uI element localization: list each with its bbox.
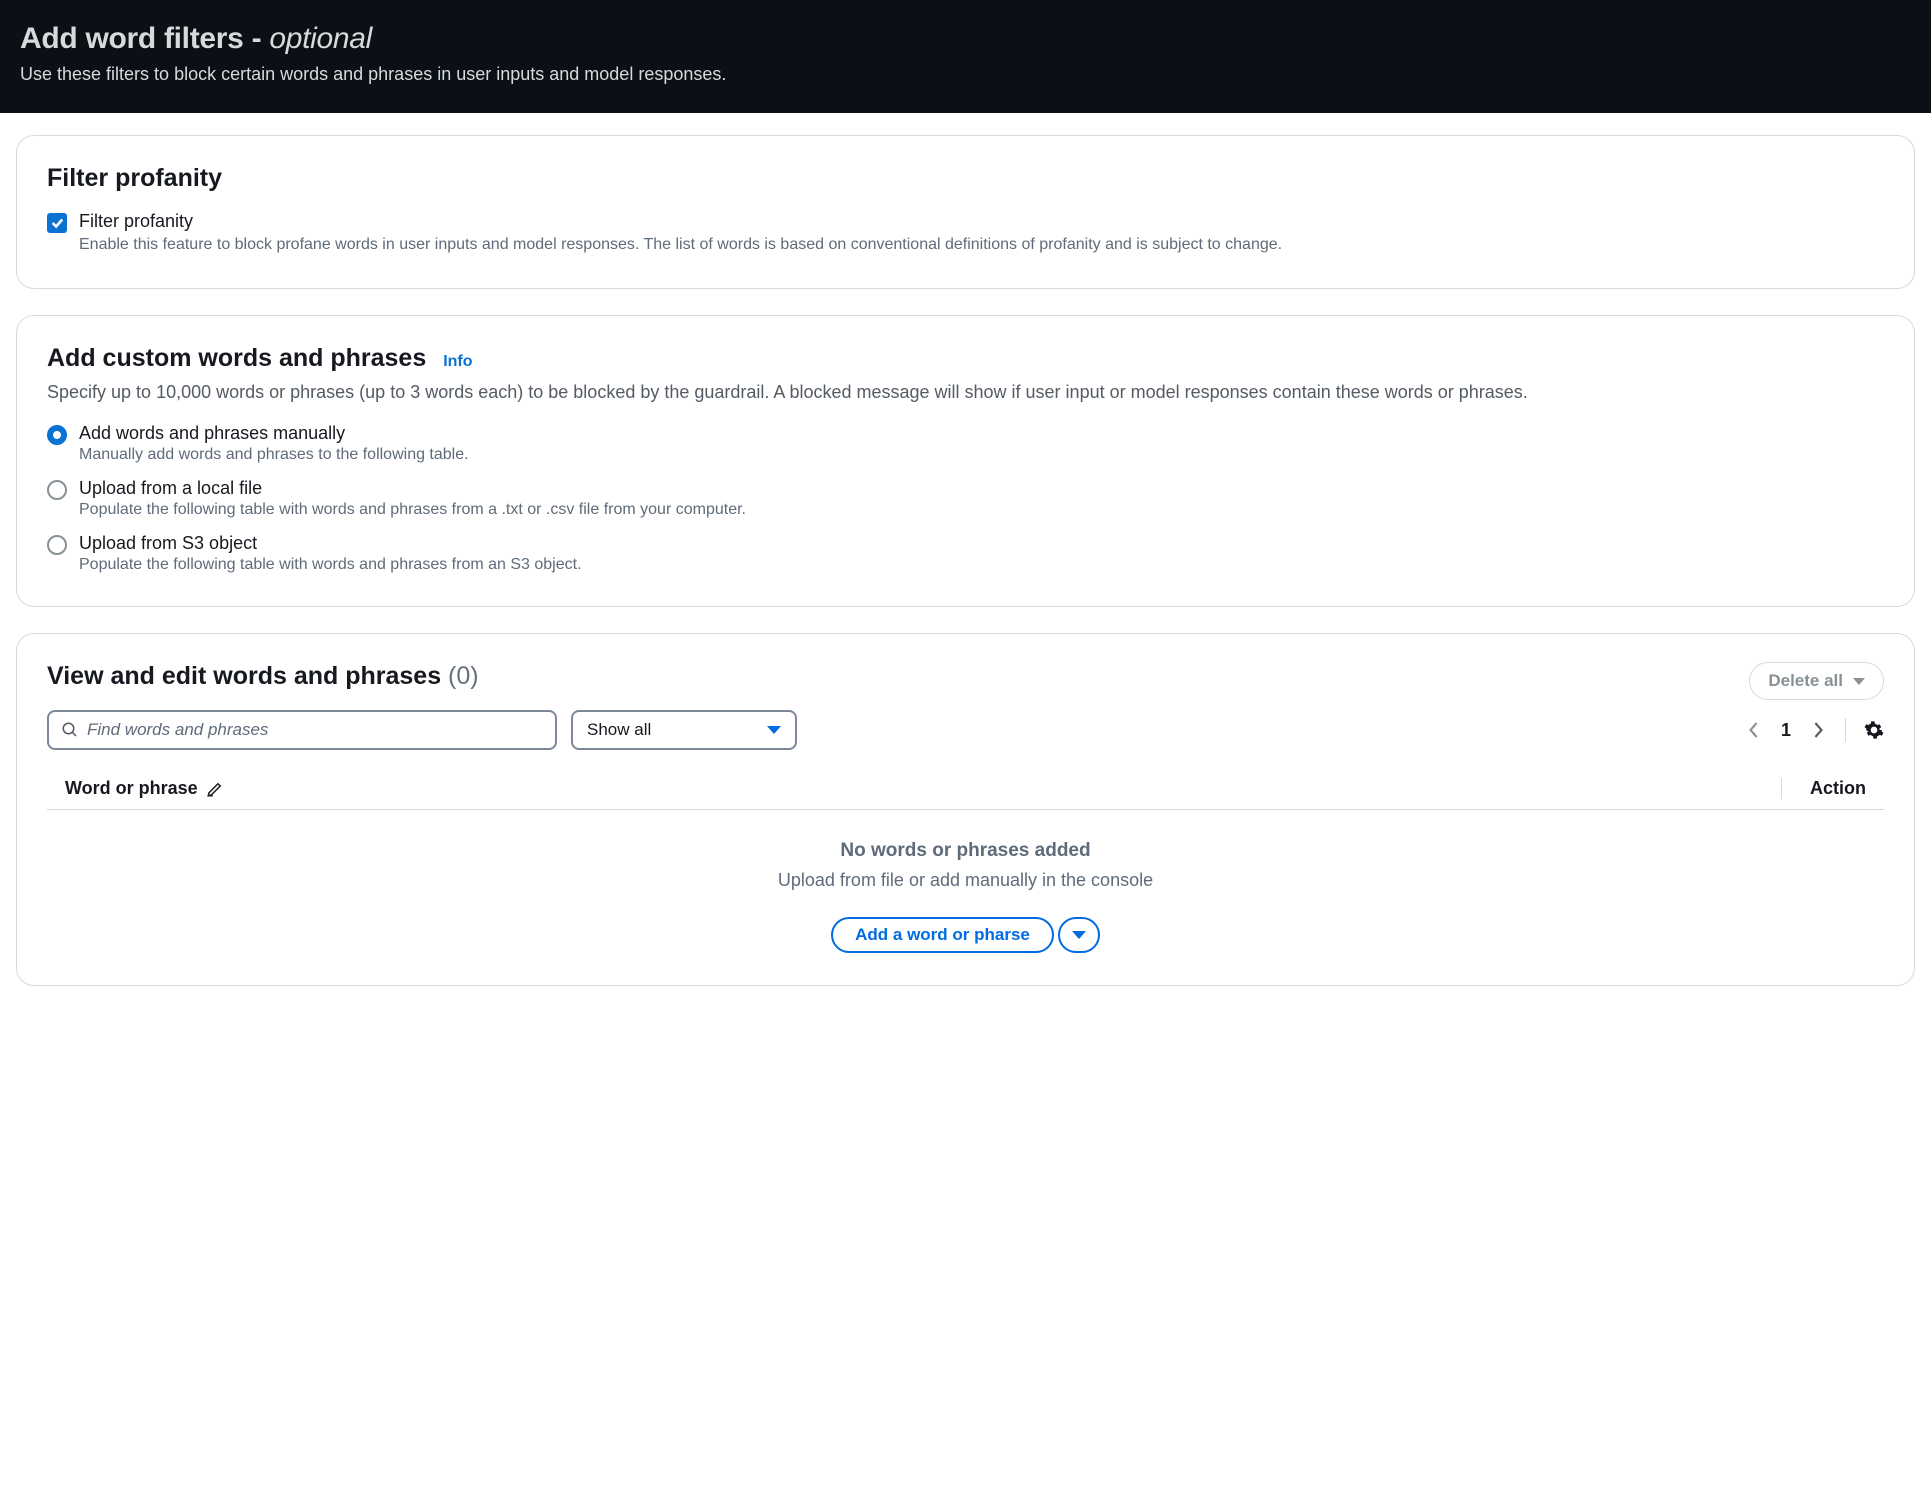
custom-words-panel: Add custom words and phrases Info Specif… [16,315,1915,607]
search-input[interactable] [87,720,543,740]
page-title-main: Add word filters - [20,22,261,55]
radio-manual[interactable] [47,425,67,445]
filter-profanity-checkbox[interactable] [47,213,67,233]
pencil-icon [206,780,224,798]
delete-all-label: Delete all [1768,671,1843,691]
filter-profanity-panel: Filter profanity Filter profanity Enable… [16,135,1915,289]
radio-manual-label: Add words and phrases manually [79,423,469,444]
caret-down-icon [1072,931,1086,939]
column-word-or-phrase[interactable]: Word or phrase [65,778,224,799]
radio-manual-desc: Manually add words and phrases to the fo… [79,446,469,464]
view-edit-count: (0) [448,662,479,690]
search-icon [61,721,79,739]
filter-profanity-check-desc: Enable this feature to block profane wor… [79,234,1282,256]
next-page-button[interactable] [1809,721,1827,739]
radio-option-localfile[interactable]: Upload from a local file Populate the fo… [47,478,1884,519]
radio-localfile[interactable] [47,480,67,500]
filter-select-label: Show all [587,720,651,740]
view-edit-title-row: View and edit words and phrases (0) [47,662,479,691]
filter-profanity-title: Filter profanity [47,164,1884,193]
add-word-button[interactable]: Add a word or pharse [831,917,1054,953]
page-subtitle: Use these filters to block certain words… [20,64,1911,85]
add-method-radio-group: Add words and phrases manually Manually … [47,423,1884,574]
prev-page-button[interactable] [1745,721,1763,739]
empty-state-subtext: Upload from file or add manually in the … [47,870,1884,891]
radio-localfile-desc: Populate the following table with words … [79,501,746,519]
gear-icon [1864,720,1884,740]
custom-words-desc: Specify up to 10,000 words or phrases (u… [47,379,1884,405]
settings-button[interactable] [1864,720,1884,740]
empty-state-heading: No words or phrases added [47,840,1884,862]
radio-option-s3[interactable]: Upload from S3 object Populate the follo… [47,533,1884,574]
delete-all-button[interactable]: Delete all [1749,662,1884,700]
empty-state: No words or phrases added Upload from fi… [47,810,1884,953]
add-word-dropdown-button[interactable] [1058,917,1100,953]
table-header: Word or phrase Action [47,778,1884,810]
filter-profanity-text: Filter profanity Enable this feature to … [79,211,1282,256]
filter-select[interactable]: Show all [571,710,797,750]
pager: 1 [1745,718,1884,742]
page-title-optional: optional [269,22,372,55]
filter-profanity-check-label: Filter profanity [79,211,1282,232]
radio-s3-label: Upload from S3 object [79,533,582,554]
page-title: Add word filters - optional [20,22,1911,56]
page-header: Add word filters - optional Use these fi… [0,0,1931,113]
radio-localfile-label: Upload from a local file [79,478,746,499]
radio-s3[interactable] [47,535,67,555]
page-number: 1 [1781,720,1791,741]
caret-down-icon [1853,678,1865,685]
caret-down-icon [767,726,781,734]
chevron-right-icon [1811,719,1825,741]
divider [1845,718,1846,742]
col-word-label: Word or phrase [65,778,198,799]
view-edit-panel: View and edit words and phrases (0) Dele… [16,633,1915,986]
search-box[interactable] [47,710,557,750]
view-edit-title: View and edit words and phrases [47,662,441,690]
info-link[interactable]: Info [443,353,472,370]
checkmark-icon [50,216,64,230]
custom-words-title: Add custom words and phrases [47,344,426,372]
chevron-left-icon [1747,719,1761,741]
radio-option-manual[interactable]: Add words and phrases manually Manually … [47,423,1884,464]
custom-words-title-row: Add custom words and phrases Info [47,344,1884,373]
column-action: Action [1781,778,1866,799]
radio-s3-desc: Populate the following table with words … [79,556,582,574]
